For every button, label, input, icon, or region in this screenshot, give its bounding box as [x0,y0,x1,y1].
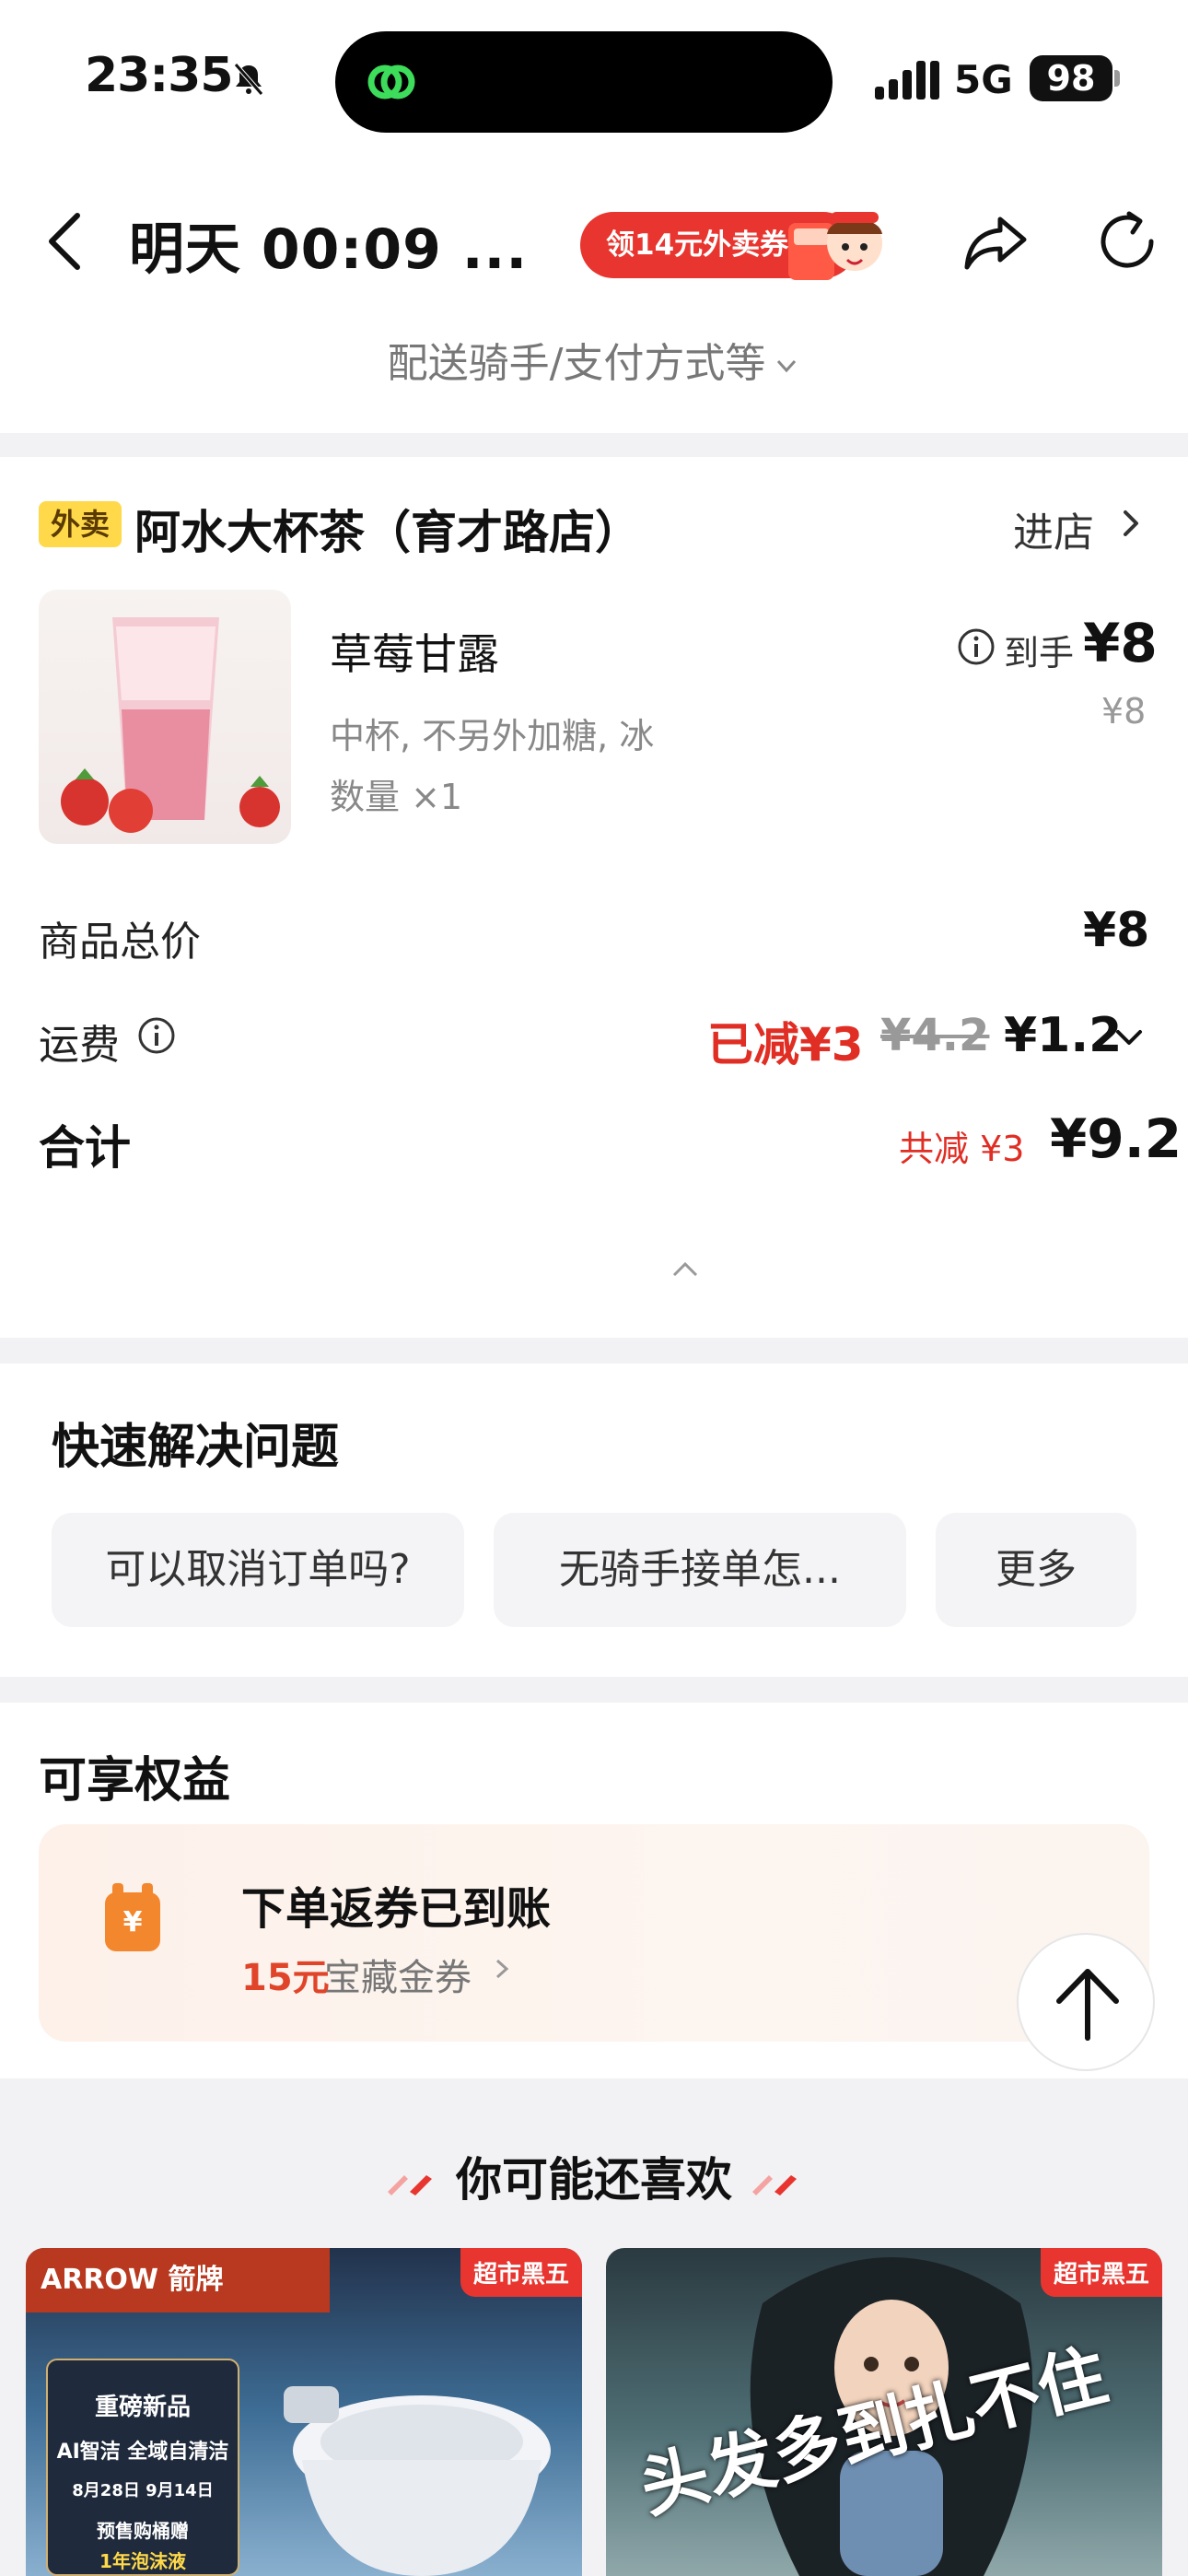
brand-label: ARROW 箭牌 [26,2248,330,2313]
final-price: ¥8 [1083,612,1158,674]
share-icon[interactable] [961,206,1031,276]
sparkle-right-icon [752,2174,797,2195]
recommend-title: 你可能还喜欢 [0,2143,1188,2209]
final-price-label: 到手 [1004,633,1075,673]
promo-badge: 超市黑五 [460,2248,582,2297]
chevron-down-icon[interactable] [1112,1021,1146,1054]
recommend-item-toilet[interactable]: ARROW 箭牌 超市黑五 重磅新品 AI智洁 全域自清洁 8月28日 9月14… [26,2248,582,2576]
chevron-right-icon[interactable] [1114,507,1147,540]
signal-icon [875,61,939,100]
recommend-item-hair[interactable]: 头发多到扎不住 超市黑五 [606,2248,1162,2576]
cancel-order-chip[interactable]: 可以取消订单吗? [52,1513,464,1627]
product-image[interactable] [39,590,291,844]
promo-line: 8月28日 9月14日 [72,2481,214,2500]
delivery-fee-label: 运费 [39,1022,120,1069]
delivery-eta-title: 明天 00:09 ... [129,217,529,282]
more-help-chip[interactable]: 更多 [936,1513,1136,1627]
coupon-bag-icon: ¥ [105,1883,160,1951]
coupon-label: 领14元外卖券 [606,228,789,262]
rider-payment-link[interactable]: 配送骑手/支付方式等 [0,330,1188,389]
mascot-icon [788,212,882,280]
delivery-fee-original: ¥4.2 [880,1010,990,1061]
silent-bell-icon [234,63,263,96]
promo-line: 重磅新品 [94,2394,191,2421]
coupon-returned-headline: 下单返券已到账 [241,1883,552,1935]
goods-total-label: 商品总价 [39,919,201,966]
enter-store-button[interactable]: 进店 [1013,499,1094,558]
delivery-fee-final: ¥1.2 [1004,1008,1123,1063]
info-icon[interactable] [136,1015,177,1056]
original-price: ¥8 [1101,691,1147,732]
delivery-tag: 外卖 [39,501,122,547]
network-type: 5G [954,57,1013,102]
benefits-title: 可享权益 [39,1753,231,1809]
info-icon[interactable] [956,626,996,667]
coupon-desc: 宝藏金券 [324,1957,472,1999]
chevron-up-icon[interactable] [667,1255,704,1282]
status-time: 23:35 [85,48,234,103]
no-rider-chip[interactable]: 无骑手接单怎... [494,1513,906,1627]
chevron-right-icon[interactable] [490,1957,514,1981]
order-total-label: 合计 [39,1121,131,1175]
coupon-returned-card[interactable] [39,1824,1149,2042]
smart-toilet-image [284,2386,551,2576]
product-quantity: 数量 ×1 [330,777,463,817]
svg-text:¥: ¥ [123,1906,143,1938]
chevron-left-icon[interactable] [41,205,92,278]
order-total-value: ¥9.2 [1050,1107,1182,1170]
promo-badge: 超市黑五 [1040,2248,1162,2297]
promo-line: 预售购桶赠 [97,2520,189,2542]
promo-line: 1年泡沫液 [99,2550,186,2572]
promo-info-box: 重磅新品 AI智洁 全域自清洁 8月28日 9月14日 预售购桶赠 1年泡沫液 [46,2359,239,2576]
battery-indicator: 98 [1030,55,1112,101]
strawberry-drink-illustration [61,617,280,833]
battery-tip [1114,70,1120,87]
product-name: 草莓甘露 [330,629,499,679]
back-to-top-button[interactable] [1017,1933,1155,2071]
app-link-icon [367,64,415,100]
sparkle-left-icon [388,2174,432,2195]
refresh-icon[interactable] [1092,206,1162,276]
rider-payment-label: 配送骑手/支付方式等 [387,340,766,387]
product-spec: 中杯, 不另外加糖, 冰 [330,716,655,756]
quick-help-title: 快速解决问题 [52,1420,340,1475]
goods-total-value: ¥8 [1083,903,1150,958]
recommend-title-text: 你可能还喜欢 [456,2153,732,2207]
order-total-discount: 共减 ¥3 [899,1129,1025,1169]
delivery-fee-discount: 已减¥3 [707,1018,864,1071]
arrow-up-icon [1056,1969,1119,2041]
chevron-down-icon [777,359,797,373]
store-name[interactable]: 阿水大杯茶（育才路店） [134,496,641,562]
coupon-amount: 15元 [241,1957,330,1999]
promo-line: AI智洁 全域自清洁 [56,2441,229,2464]
